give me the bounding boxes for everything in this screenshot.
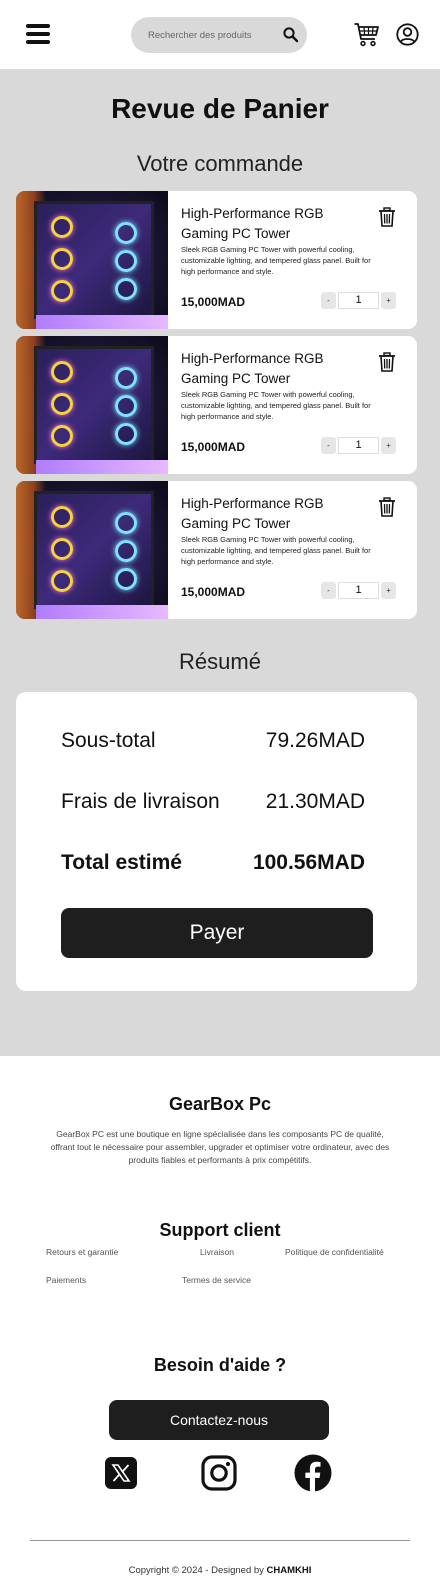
trash-icon[interactable]: [378, 497, 396, 517]
product-description: Sleek RGB Gaming PC Tower with powerful …: [181, 245, 371, 276]
increase-quantity-button[interactable]: +: [381, 292, 396, 309]
link-payments[interactable]: Paiements: [46, 1275, 86, 1285]
total-value: 100.56MAD: [252, 851, 365, 874]
order-heading: Votre commande: [136, 151, 304, 176]
cart-item: High-Performance RGB Gaming PC Tower Sle…: [16, 191, 417, 329]
search-icon[interactable]: [282, 26, 300, 44]
copyright-text: Copyright © 2024 - Designed by: [128, 1565, 267, 1576]
instagram-icon[interactable]: [201, 1455, 237, 1491]
cart-icon[interactable]: [353, 21, 380, 48]
link-terms[interactable]: Termes de service: [182, 1275, 251, 1285]
help-title: Besoin d'aide ?: [153, 1355, 287, 1375]
search-input[interactable]: [148, 17, 278, 53]
footer-divider: [30, 1540, 410, 1541]
cart-item: High-Performance RGB Gaming PC Tower Sle…: [16, 481, 417, 619]
order-summary: Sous-total 79.26MAD Frais de livraison 2…: [16, 692, 417, 991]
copyright-author: CHAMKHI: [266, 1565, 312, 1576]
facebook-icon[interactable]: [294, 1454, 332, 1492]
summary-heading: Résumé: [179, 649, 261, 674]
product-description: Sleek RGB Gaming PC Tower with powerful …: [181, 390, 371, 421]
cart-main: Revue de Panier Votre commande High-Perf…: [0, 69, 440, 1056]
quantity-value[interactable]: 1: [338, 582, 379, 599]
link-privacy[interactable]: Politique de confidentialité: [285, 1247, 384, 1257]
subtotal-value: 79.26MAD: [265, 729, 365, 752]
search-bar: [131, 17, 307, 53]
trash-icon[interactable]: [378, 352, 396, 372]
support-title: Support client: [159, 1220, 281, 1240]
product-image[interactable]: [16, 336, 168, 474]
cart-item: High-Performance RGB Gaming PC Tower Sle…: [16, 336, 417, 474]
pay-button[interactable]: Payer: [61, 908, 373, 958]
page-title: Revue de Panier: [111, 93, 329, 124]
contact-button[interactable]: Contactez-nous: [109, 1400, 329, 1440]
product-price: 15,000MAD: [181, 295, 246, 309]
footer-brand: GearBox Pc: [168, 1094, 272, 1114]
footer-about: GearBox PC est une boutique en ligne spé…: [50, 1129, 390, 1165]
product-title[interactable]: High-Performance RGB Gaming PC Tower: [181, 494, 371, 534]
link-returns[interactable]: Retours et garantie: [46, 1247, 118, 1257]
user-icon[interactable]: [396, 23, 419, 46]
decrease-quantity-button[interactable]: -: [321, 292, 336, 309]
trash-icon[interactable]: [378, 207, 396, 227]
shipping-value: 21.30MAD: [265, 790, 365, 813]
copyright: Copyright © 2024 - Designed by CHAMKHI: [0, 1565, 440, 1576]
decrease-quantity-button[interactable]: -: [321, 437, 336, 454]
product-title[interactable]: High-Performance RGB Gaming PC Tower: [181, 349, 371, 389]
total-label: Total estimé: [61, 851, 182, 874]
footer: GearBox Pc GearBox PC est une boutique e…: [0, 1056, 440, 1595]
product-image[interactable]: [16, 191, 168, 329]
menu-icon[interactable]: [26, 24, 50, 44]
shipping-label: Frais de livraison: [61, 790, 220, 813]
quantity-value[interactable]: 1: [338, 437, 379, 454]
increase-quantity-button[interactable]: +: [381, 582, 396, 599]
product-title[interactable]: High-Performance RGB Gaming PC Tower: [181, 204, 371, 244]
subtotal-label: Sous-total: [61, 729, 156, 752]
product-price: 15,000MAD: [181, 440, 246, 454]
decrease-quantity-button[interactable]: -: [321, 582, 336, 599]
increase-quantity-button[interactable]: +: [381, 437, 396, 454]
product-image[interactable]: [16, 481, 168, 619]
link-delivery[interactable]: Livraison: [200, 1247, 234, 1257]
x-icon[interactable]: [105, 1457, 137, 1489]
product-price: 15,000MAD: [181, 585, 246, 599]
product-description: Sleek RGB Gaming PC Tower with powerful …: [181, 535, 371, 566]
header: [0, 0, 440, 69]
quantity-value[interactable]: 1: [338, 292, 379, 309]
